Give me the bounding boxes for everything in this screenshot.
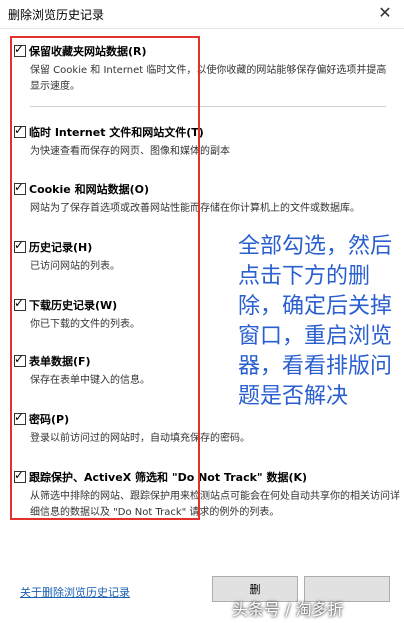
option-description: 网站为了保存首选项或改善网站性能而存储在你计算机上的文件或数据库。 <box>30 203 360 214</box>
option-temp-files: ✓ 临时 Internet 文件和网站文件(T) 为快速查看而保存的网页、图像和… <box>14 123 394 160</box>
annotation-line: 器，看看排版问 <box>238 354 393 379</box>
checkbox-cookies[interactable]: ✓ <box>14 180 26 195</box>
option-label: 跟踪保护、ActiveX 筛选和 "Do Not Track" 数据(K) <box>29 471 308 484</box>
check-icon: ✓ <box>14 468 25 482</box>
divider <box>30 106 386 107</box>
annotation-line: 点击下方的删 <box>238 264 371 289</box>
option-passwords: ✓ 密码(P) 登录以前访问过的网站时，自动填充保存的密码。 <box>14 410 394 447</box>
annotation-line: 全部勾选，然后 <box>238 234 393 259</box>
highlight-box <box>10 36 200 520</box>
check-icon: ✓ <box>14 352 25 366</box>
option-description: 保留 Cookie 和 Internet 临时文件，以使你收藏的网站能够保存偏好… <box>30 65 387 92</box>
window-title: 删除浏览历史记录 <box>8 8 105 22</box>
checkbox-passwords[interactable]: ✓ <box>14 410 26 425</box>
checkbox-form-data[interactable]: ✓ <box>14 352 26 367</box>
option-keep-favorites: ✓ 保留收藏夹网站数据(R) 保留 Cookie 和 Internet 临时文件… <box>14 42 394 95</box>
option-label: 临时 Internet 文件和网站文件(T) <box>29 126 204 139</box>
checkbox-keep-favorites[interactable]: ✓ <box>14 42 26 57</box>
option-description: 登录以前访问过的网站时，自动填充保存的密码。 <box>30 433 250 444</box>
annotation-line: 除，确定后关掉 <box>238 294 393 319</box>
annotation-line: 窗口，重启浏览 <box>238 324 393 349</box>
option-cookies: ✓ Cookie 和网站数据(O) 网站为了保存首选项或改善网站性能而存储在你计… <box>14 180 394 217</box>
check-icon: ✓ <box>14 238 25 252</box>
about-delete-history-link[interactable]: 关于删除浏览历史记录 <box>20 584 130 600</box>
option-description: 从筛选中排除的网站、跟踪保护用来检测站点可能会在何处自动共享你的相关访问详细信息… <box>30 491 400 518</box>
check-icon: ✓ <box>14 180 25 194</box>
option-description: 为快速查看而保存的网页、图像和媒体的副本 <box>30 146 230 157</box>
checkbox-history[interactable]: ✓ <box>14 238 26 253</box>
annotation-line: 题是否解决 <box>238 384 349 409</box>
option-label: 历史记录(H) <box>29 241 93 254</box>
title-bar: 删除浏览历史记录 ✕ <box>0 0 404 29</box>
checkbox-tracking-protection[interactable]: ✓ <box>14 468 26 483</box>
option-label: Cookie 和网站数据(O) <box>29 183 149 196</box>
option-tracking-protection: ✓ 跟踪保护、ActiveX 筛选和 "Do Not Track" 数据(K) … <box>14 468 400 521</box>
check-icon: ✓ <box>14 296 25 310</box>
checkbox-download-history[interactable]: ✓ <box>14 296 26 311</box>
check-icon: ✓ <box>14 123 25 137</box>
instruction-annotation: 全部勾选，然后 点击下方的删 除，确定后关掉 窗口，重启浏览 器，看看排版问 题… <box>238 232 404 412</box>
watermark: 头条号 / 淘多折 <box>232 600 344 619</box>
option-label: 下载历史记录(W) <box>29 299 118 312</box>
checkbox-temp-files[interactable]: ✓ <box>14 123 26 138</box>
close-icon[interactable]: ✕ <box>376 2 394 24</box>
option-label: 表单数据(F) <box>29 355 91 368</box>
option-label: 保留收藏夹网站数据(R) <box>29 45 147 58</box>
option-label: 密码(P) <box>29 413 70 426</box>
check-icon: ✓ <box>14 410 25 424</box>
check-icon: ✓ <box>14 42 25 56</box>
